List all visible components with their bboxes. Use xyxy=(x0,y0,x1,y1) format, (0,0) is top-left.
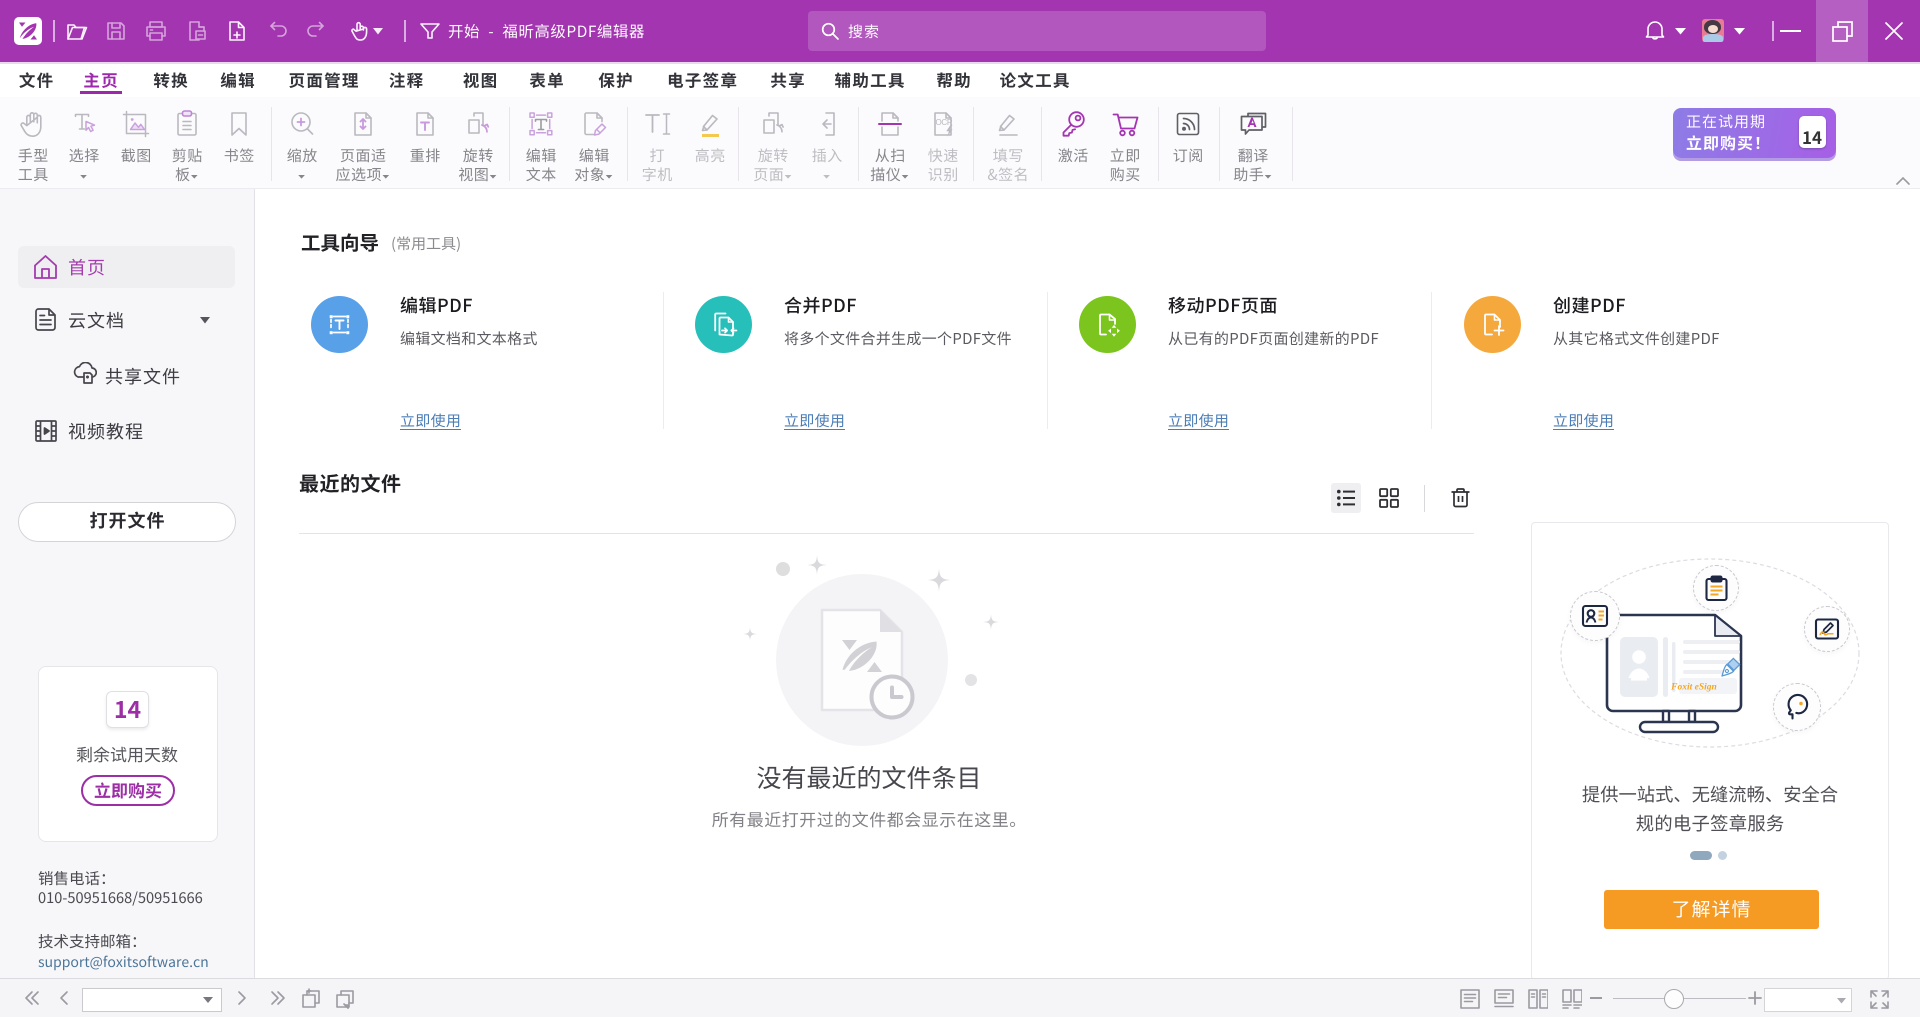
svg-text:Foxit eSign: Foxit eSign xyxy=(1670,683,1717,693)
